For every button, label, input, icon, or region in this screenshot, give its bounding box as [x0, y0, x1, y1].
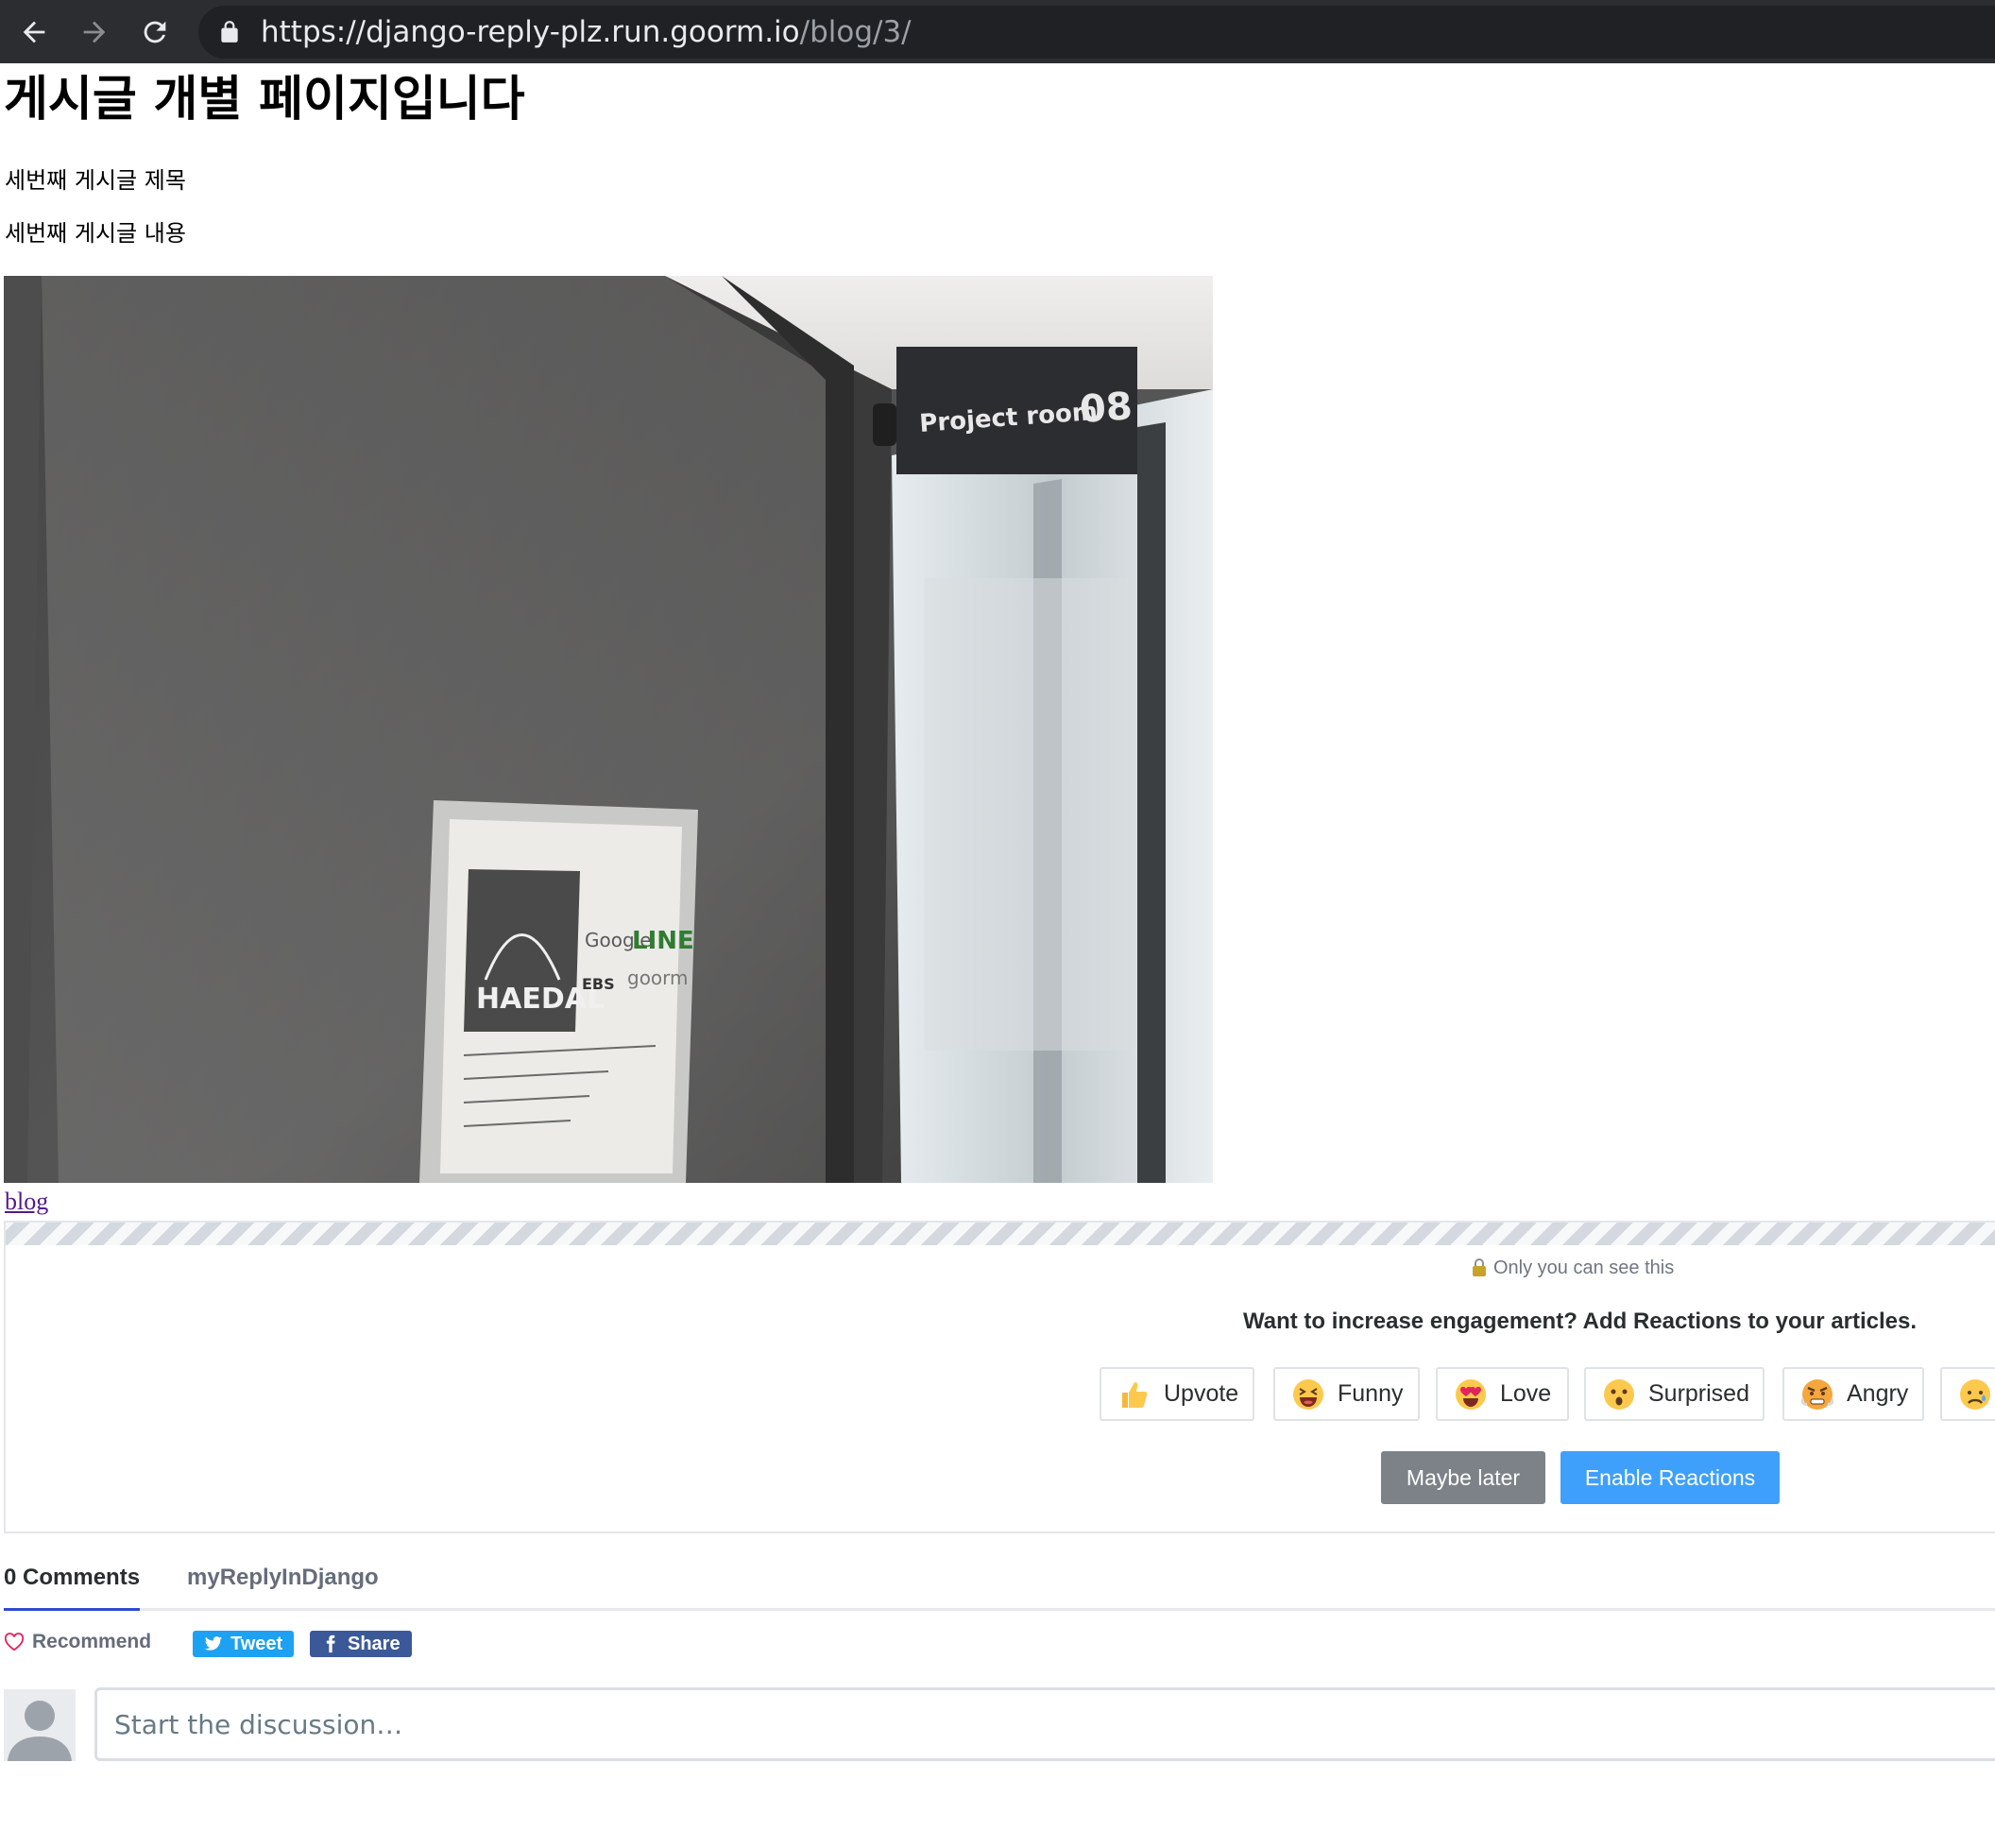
lock-icon [221, 21, 238, 43]
facebook-share-button[interactable]: Share [310, 1631, 412, 1657]
facebook-icon [326, 1634, 335, 1653]
forward-button[interactable] [74, 11, 115, 53]
reload-button[interactable] [134, 11, 176, 53]
post-title: 세번째 게시글 제목 [5, 167, 186, 194]
reaction-surprised-button[interactable]: Surprised [1584, 1367, 1765, 1421]
heart-icon [4, 1633, 25, 1651]
tweet-button[interactable]: Tweet [193, 1631, 295, 1657]
url-host: django-reply-plz.run.goorm.io [366, 15, 800, 49]
reactions-promo-panel: Only you can see this Want to increase e… [4, 1221, 1995, 1533]
reaction-label: Love [1500, 1380, 1552, 1407]
page-title: 게시글 개별 페이지입니다 [4, 72, 525, 128]
back-button[interactable] [13, 11, 55, 53]
forward-arrow-icon [83, 21, 106, 43]
url-scheme: https:// [261, 15, 367, 49]
thumbs-up-icon [1122, 1381, 1148, 1408]
reaction-sad-button[interactable] [1940, 1367, 1995, 1421]
sad-face-icon [1960, 1378, 1990, 1410]
reaction-label: Surprised [1648, 1380, 1749, 1407]
reaction-upvote-button[interactable]: Upvote [1100, 1367, 1254, 1421]
url-text[interactable]: https://django-reply-plz.run.goorm.io/bl… [261, 16, 912, 48]
comment-input-box[interactable]: Start the discussion… [94, 1687, 1995, 1761]
back-arrow-icon [23, 21, 45, 43]
reaction-label: Angry [1847, 1380, 1909, 1407]
frame-brand-goorm: goorm [627, 967, 689, 989]
laughing-face-icon [1293, 1378, 1323, 1410]
browser-toolbar: https://django-reply-plz.run.goorm.io/bl… [0, 0, 1995, 63]
reaction-angry-button[interactable]: Angry [1782, 1367, 1924, 1421]
reaction-love-button[interactable]: Love [1436, 1367, 1569, 1421]
address-bar[interactable]: https://django-reply-plz.run.goorm.io/bl… [198, 6, 1995, 59]
comment-input[interactable]: Start the discussion… [114, 1709, 402, 1741]
lock-icon [1473, 1258, 1486, 1276]
reaction-label: Funny [1338, 1380, 1404, 1407]
private-note-text: Only you can see this [1493, 1258, 1675, 1278]
frame-brand-ebs: EBS [582, 975, 615, 993]
project-room-door-image: Project room 08 HAEDAL Google LINE EBS g… [4, 276, 1213, 1183]
sign-number: 08 [1078, 385, 1134, 432]
post-content: 세번째 게시글 내용 [5, 220, 186, 247]
avatar [4, 1689, 76, 1761]
frame-brand-line: LINE [632, 927, 694, 955]
tab-forum[interactable]: myReplyInDjango [187, 1564, 379, 1592]
maybe-later-button[interactable]: Maybe later [1381, 1451, 1545, 1504]
twitter-bird-icon [204, 1636, 223, 1651]
reaction-buttons: Upvote Funny Love Surprised Angry [6, 1367, 1995, 1421]
recommend-button[interactable]: Recommend [4, 1631, 151, 1653]
private-note: Only you can see this [1471, 1257, 1674, 1279]
reactions-promo-text: Want to increase engagement? Add Reactio… [1243, 1309, 1918, 1334]
striped-divider [6, 1223, 1995, 1245]
blog-link[interactable]: blog [5, 1188, 48, 1216]
comments-tabs: 0 Comments myReplyInDjango [4, 1564, 1995, 1611]
heart-eyes-icon [1456, 1378, 1486, 1410]
recommend-label: Recommend [32, 1631, 152, 1652]
surprised-face-icon [1604, 1378, 1634, 1410]
social-actions: Recommend Tweet Share [4, 1629, 571, 1657]
share-label: Share [348, 1633, 401, 1654]
tab-comments[interactable]: 0 Comments [4, 1564, 141, 1611]
angry-face-icon [1801, 1378, 1833, 1410]
post-photo: Project room 08 HAEDAL Google LINE EBS g… [4, 276, 1213, 1183]
user-avatar-icon [4, 1689, 76, 1761]
reload-icon [144, 21, 166, 43]
url-path: /blog/3/ [799, 15, 912, 49]
tweet-label: Tweet [230, 1633, 283, 1654]
enable-reactions-button[interactable]: Enable Reactions [1560, 1451, 1780, 1504]
reaction-funny-button[interactable]: Funny [1273, 1367, 1420, 1421]
reaction-label: Upvote [1164, 1380, 1239, 1407]
